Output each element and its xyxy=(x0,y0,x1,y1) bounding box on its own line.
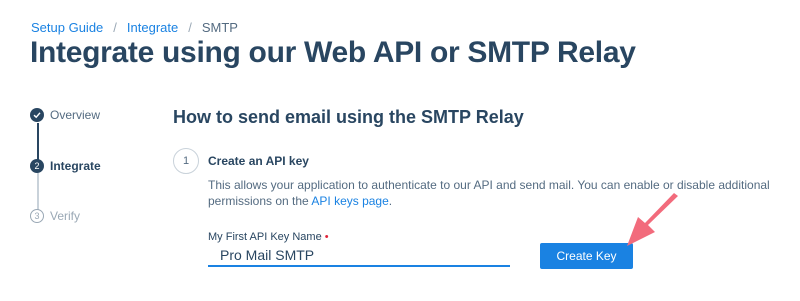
step-overview[interactable]: Overview xyxy=(30,108,100,122)
api-key-name-label: My First API Key Name • xyxy=(208,231,329,243)
step-integrate-number: 2 xyxy=(30,159,44,173)
step-number-badge: 1 xyxy=(173,148,199,174)
step-description-end: . xyxy=(388,194,393,208)
stepper-line-pending xyxy=(37,173,39,210)
api-key-name-input[interactable] xyxy=(208,245,510,267)
check-icon xyxy=(30,108,44,122)
step-overview-label: Overview xyxy=(50,108,101,122)
breadcrumb-separator: / xyxy=(188,20,192,35)
breadcrumb-current: SMTP xyxy=(201,20,238,35)
step-heading: Create an API key xyxy=(208,154,309,168)
section-title: How to send email using the SMTP Relay xyxy=(173,107,524,127)
stepper-line-complete xyxy=(37,123,39,160)
pointer-arrow-icon xyxy=(627,193,678,246)
required-indicator: • xyxy=(324,231,329,243)
api-keys-page-link[interactable]: API keys page xyxy=(311,194,388,208)
step-verify[interactable]: 3 Verify xyxy=(30,209,80,223)
page-title: Integrate using our Web API or SMTP Rela… xyxy=(30,36,636,69)
breadcrumb-integrate[interactable]: Integrate xyxy=(127,20,178,35)
step-integrate[interactable]: 2 Integrate xyxy=(30,159,101,173)
stepper: Overview 2 Integrate 3 Verify xyxy=(30,108,160,228)
step-description-text: This allows your application to authenti… xyxy=(208,178,770,208)
step-verify-number: 3 xyxy=(30,209,44,223)
breadcrumb-setup-guide[interactable]: Setup Guide xyxy=(31,20,103,35)
step-integrate-label: Integrate xyxy=(50,159,101,173)
api-key-name-label-text: My First API Key Name xyxy=(208,231,322,243)
step-verify-label: Verify xyxy=(50,209,81,223)
breadcrumb: Setup Guide / Integrate / SMTP xyxy=(31,20,238,35)
step-description: This allows your application to authenti… xyxy=(208,177,788,209)
breadcrumb-separator: / xyxy=(113,20,117,35)
